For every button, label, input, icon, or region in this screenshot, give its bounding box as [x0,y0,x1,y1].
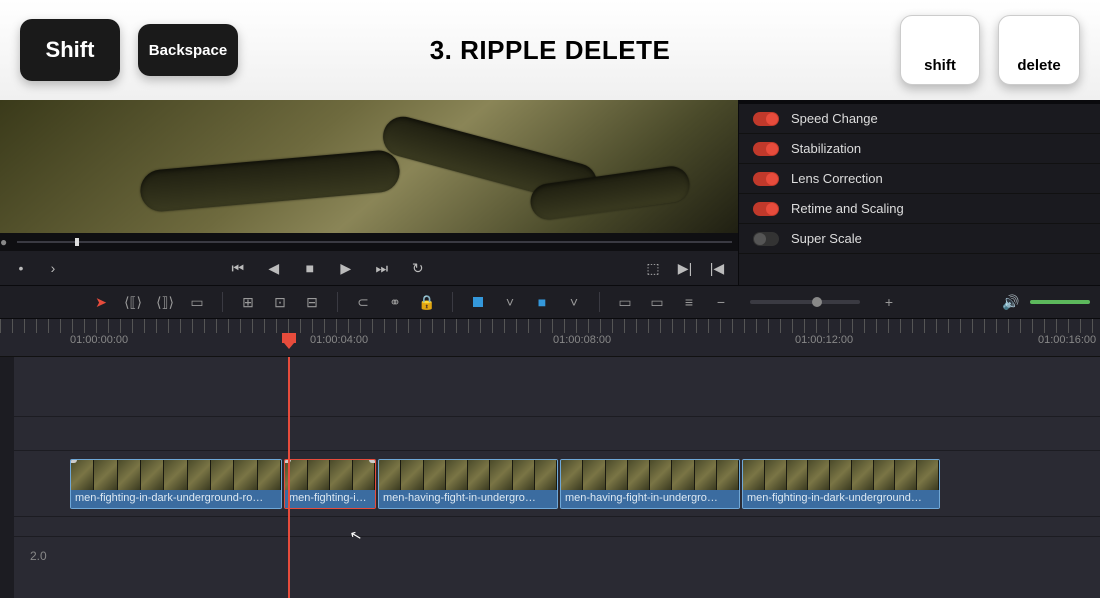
inspector-row-label: Speed Change [791,111,878,126]
middle-area: ● • › ⏮ ◀ ■ ▶ ⏭ ↻ ⬚ ▶| |◀ Speed Change St… [0,100,1100,285]
key-shift-dark: Shift [20,19,120,81]
flag-blue-icon[interactable] [467,291,489,313]
trim-tool2-icon[interactable]: ⟨⟧⟩ [154,291,176,313]
track-gutter [0,357,14,598]
ruler-timecode: 01:00:04:00 [310,334,368,346]
replace-icon[interactable]: ⊟ [301,291,323,313]
insert-icon[interactable]: ⊞ [237,291,259,313]
playhead-marker[interactable] [282,333,296,343]
zoom-slider[interactable] [750,300,860,304]
stop-icon[interactable]: ■ [297,258,323,278]
next-clip-icon[interactable]: ⏭ [369,258,395,278]
blade-tool-icon[interactable]: ▭ [186,291,208,313]
clip-label: men-having-fight-in-undergro… [379,490,557,508]
overwrite-icon[interactable]: ⊡ [269,291,291,313]
tutorial-banner: Shift Backspace 3. RIPPLE DELETE shift d… [0,0,1100,100]
clip-label: men-fighting-i… [285,490,375,508]
inspector-row[interactable]: Stabilization [739,134,1100,164]
timeline-toolbar: ➤ ⟨⟦⟩ ⟨⟧⟩ ▭ ⊞ ⊡ ⊟ ⊂ ⚭ 🔒 ˅ ■ ˅ ▭ ▭ ≡ − + … [0,285,1100,319]
marker-blue-icon[interactable]: ■ [531,291,553,313]
toggle-switch[interactable] [753,112,779,126]
zoom-in-icon[interactable]: + [878,291,900,313]
chevron-down-icon[interactable]: ˅ [499,291,521,313]
ruler-timecode: 01:00:16:00 [1038,334,1096,346]
toggle-switch[interactable] [753,142,779,156]
timeline-clip[interactable]: men-fighting-i… [284,459,376,509]
clip-label: men-having-fight-in-undergro… [561,490,739,508]
timeline-clip[interactable]: men-having-fight-in-undergro… [560,459,740,509]
match-frame-icon[interactable]: ⬚ [640,258,666,278]
video-track-1[interactable]: men-fighting-in-dark-underground-ro…men-… [0,451,1100,517]
inspector-row-label: Lens Correction [791,171,883,186]
viewer-panel: ● • › ⏮ ◀ ■ ▶ ⏭ ↻ ⬚ ▶| |◀ [0,100,738,285]
link-icon[interactable]: ⚭ [384,291,406,313]
volume-slider[interactable] [1030,300,1090,304]
play-icon[interactable]: ▶ [333,258,359,278]
viewer-video[interactable] [0,100,738,233]
transport-chevron-icon[interactable]: › [40,258,66,278]
timeline-clip[interactable]: men-having-fight-in-undergro… [378,459,558,509]
inspector-row[interactable]: Retime and Scaling [739,194,1100,224]
key-backspace-dark: Backspace [138,24,238,76]
inspector-row-label: Stabilization [791,141,861,156]
chevron-down2-icon[interactable]: ˅ [563,291,585,313]
inspector-row-label: Super Scale [791,231,862,246]
toggle-switch[interactable] [753,172,779,186]
track-gap [0,517,1100,537]
view-option2-icon[interactable]: ▭ [646,291,668,313]
step-back-icon[interactable]: ◀ [261,258,287,278]
lock-icon[interactable]: 🔒 [416,291,438,313]
snap-icon[interactable]: ⊂ [352,291,374,313]
banner-title: 3. RIPPLE DELETE [430,35,671,66]
timeline-clip[interactable]: men-fighting-in-dark-underground… [742,459,940,509]
toggle-switch[interactable] [753,232,779,246]
view-option3-icon[interactable]: ≡ [678,291,700,313]
inspector-row[interactable]: Super Scale [739,224,1100,254]
inspector-row[interactable]: Lens Correction [739,164,1100,194]
ruler-timecode: 01:00:12:00 [795,334,853,346]
playhead-line[interactable] [288,357,290,598]
clip-label: men-fighting-in-dark-underground-ro… [71,490,281,508]
volume-icon[interactable]: 🔊 [1000,291,1022,313]
go-prev-icon[interactable]: |◀ [704,258,730,278]
audio-track-label: 2.0 [0,537,1100,575]
inspector-row-label: Retime and Scaling [791,201,904,216]
empty-track-2[interactable] [0,417,1100,451]
prev-clip-icon[interactable]: ⏮ [225,258,251,278]
selection-tool-icon[interactable]: ➤ [90,291,112,313]
viewer-scrub-bar[interactable]: ● [0,233,738,251]
timeline-clip[interactable]: men-fighting-in-dark-underground-ro… [70,459,282,509]
transport-dot-icon[interactable]: • [8,258,34,278]
loop-icon[interactable]: ↻ [405,258,431,278]
ruler-timecode: 01:00:08:00 [553,334,611,346]
clip-label: men-fighting-in-dark-underground… [743,490,939,508]
transport-bar: • › ⏮ ◀ ■ ▶ ⏭ ↻ ⬚ ▶| |◀ [0,251,738,285]
toggle-switch[interactable] [753,202,779,216]
inspector-row[interactable]: Speed Change [739,104,1100,134]
ruler-timecode: 01:00:00:00 [70,334,128,346]
key-shift-light: shift [900,15,980,85]
zoom-out-icon[interactable]: − [710,291,732,313]
timeline-ruler[interactable]: 01:00:00:00 01:00:04:00 01:00:08:00 01:00:1… [0,319,1100,357]
inspector-panel: Speed Change Stabilization Lens Correction… [738,100,1100,285]
view-option1-icon[interactable]: ▭ [614,291,636,313]
timeline-body[interactable]: men-fighting-in-dark-underground-ro…men-… [0,357,1100,598]
key-delete-light: delete [998,15,1080,85]
go-next-icon[interactable]: ▶| [672,258,698,278]
trim-tool-icon[interactable]: ⟨⟦⟩ [122,291,144,313]
empty-track[interactable] [0,357,1100,417]
